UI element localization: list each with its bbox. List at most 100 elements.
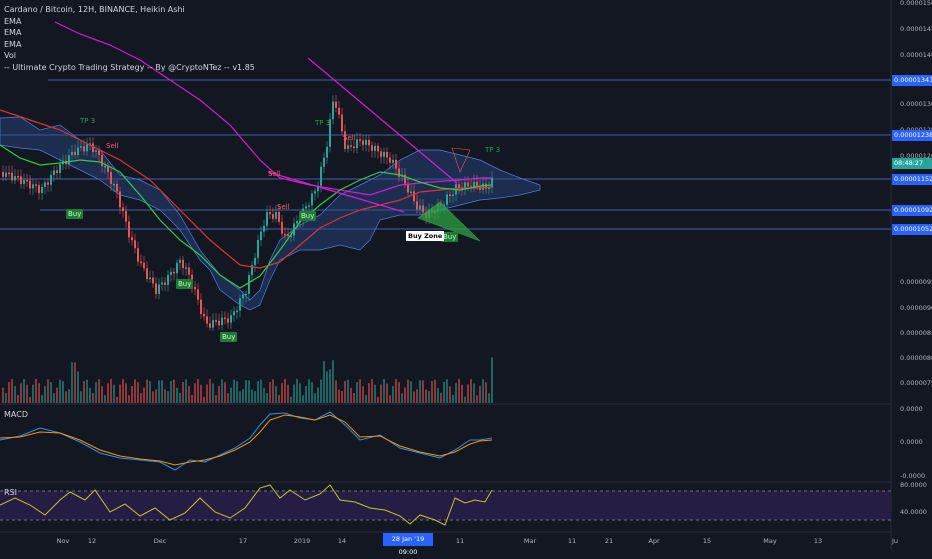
- volume-bar: [107, 383, 109, 403]
- volume-bar: [296, 379, 298, 403]
- indicator-ema-2[interactable]: EMA: [4, 27, 255, 39]
- volume-bar: [458, 379, 460, 403]
- volume-bar: [317, 387, 319, 403]
- volume-bar: [92, 393, 94, 403]
- buy-signal: Buy: [176, 279, 194, 289]
- macd-pane-label[interactable]: MACD: [4, 410, 28, 419]
- candle-body: [284, 233, 286, 236]
- volume-bar: [260, 379, 262, 403]
- volume-bar: [209, 379, 211, 403]
- volume-bar: [311, 382, 313, 403]
- volume-bar: [227, 393, 229, 403]
- volume-bar: [464, 396, 466, 403]
- time-axis-label: Nov: [56, 537, 70, 545]
- rsi-pane-label[interactable]: RSI: [4, 488, 17, 497]
- volume-bar: [263, 387, 265, 403]
- tp-signal: TP 3: [485, 146, 501, 154]
- candle-body: [221, 317, 223, 326]
- candle-body: [287, 234, 289, 237]
- chart-legend: Cardano / Bitcoin, 12H, BINANCE, Heikin …: [4, 4, 255, 73]
- volume-bar: [338, 389, 340, 403]
- volume-bar: [341, 391, 343, 403]
- candle-body: [413, 191, 415, 202]
- time-axis-label: 11: [455, 537, 465, 545]
- price-axis-label: 0.00000800: [900, 354, 932, 362]
- volume-bar: [83, 381, 85, 403]
- volume-bar: [20, 383, 22, 403]
- volume-bar: [302, 395, 304, 403]
- price-level-tag: 0.00001092: [892, 205, 932, 216]
- volume-bar: [74, 362, 76, 403]
- candle-body: [359, 139, 361, 141]
- volume-bar: [215, 395, 217, 403]
- volume-bar: [26, 384, 28, 403]
- candle-body: [53, 170, 55, 175]
- volume-bar: [122, 379, 124, 403]
- volume-bar: [473, 383, 475, 403]
- candle-body: [365, 139, 367, 145]
- price-axis-label: -0.0000: [900, 472, 926, 480]
- volume-bar: [155, 389, 157, 403]
- indicator-ema-3[interactable]: EMA: [4, 39, 255, 51]
- volume-bar: [491, 357, 493, 403]
- volume-bar: [89, 387, 91, 403]
- candle-body: [101, 155, 103, 166]
- candle-body: [38, 185, 40, 193]
- candle-body: [248, 275, 250, 294]
- candle-body: [92, 143, 94, 152]
- candle-body: [17, 176, 19, 178]
- candle-body: [203, 313, 205, 317]
- volume-bar: [47, 379, 49, 403]
- volume-bar: [365, 394, 367, 403]
- candle-body: [158, 284, 160, 294]
- candle-body: [323, 157, 325, 167]
- volume-bar: [446, 379, 448, 403]
- candle-body: [467, 182, 469, 187]
- candle-body: [41, 187, 43, 193]
- candle-body: [227, 318, 229, 323]
- price-level-tag: 08:48:27: [892, 158, 932, 169]
- volume-bar: [479, 385, 481, 403]
- candle-body: [452, 194, 454, 197]
- volume-bar: [131, 386, 133, 403]
- volume-bar: [404, 387, 406, 403]
- candle-body: [338, 107, 340, 115]
- candle-body: [446, 194, 448, 205]
- volume-bar: [29, 396, 31, 403]
- volume-bar: [152, 391, 154, 403]
- volume-bar: [38, 383, 40, 403]
- candle-body: [242, 294, 244, 299]
- candle-body: [362, 140, 364, 145]
- time-axis-label: Dec: [153, 537, 167, 545]
- candle-body: [266, 212, 268, 226]
- candle-body: [59, 164, 61, 173]
- price-axis-label: 80.0000: [900, 481, 927, 489]
- volume-bar: [158, 380, 160, 403]
- volume-bar: [176, 387, 178, 403]
- volume-bar: [50, 382, 52, 403]
- indicator-strategy[interactable]: -- Ultimate Crypto Trading Strategy -- B…: [4, 62, 255, 74]
- tp-signal: TP 3: [80, 117, 96, 125]
- indicator-ema-1[interactable]: EMA: [4, 16, 255, 28]
- volume-bar: [467, 384, 469, 403]
- time-axis-label: 12: [87, 537, 97, 545]
- volume-bar: [422, 380, 424, 403]
- candle-body: [122, 207, 124, 212]
- volume-bar: [443, 381, 445, 403]
- candle-body: [5, 172, 7, 177]
- price-axis-label: 0.00000750: [900, 379, 932, 387]
- volume-bar: [278, 394, 280, 403]
- volume-bar: [305, 385, 307, 403]
- candle-body: [275, 211, 277, 219]
- indicator-volume[interactable]: Vol: [4, 50, 255, 62]
- candle-body: [206, 316, 208, 324]
- volume-bar: [119, 384, 121, 403]
- chart-canvas[interactable]: [0, 0, 932, 550]
- volume-bar: [236, 381, 238, 403]
- candle-body: [137, 248, 139, 262]
- candle-body: [146, 268, 148, 279]
- candle-body: [239, 298, 241, 311]
- volume-bar: [242, 389, 244, 403]
- candle-body: [113, 183, 115, 186]
- buy-zone-label: Buy Zone: [406, 231, 445, 241]
